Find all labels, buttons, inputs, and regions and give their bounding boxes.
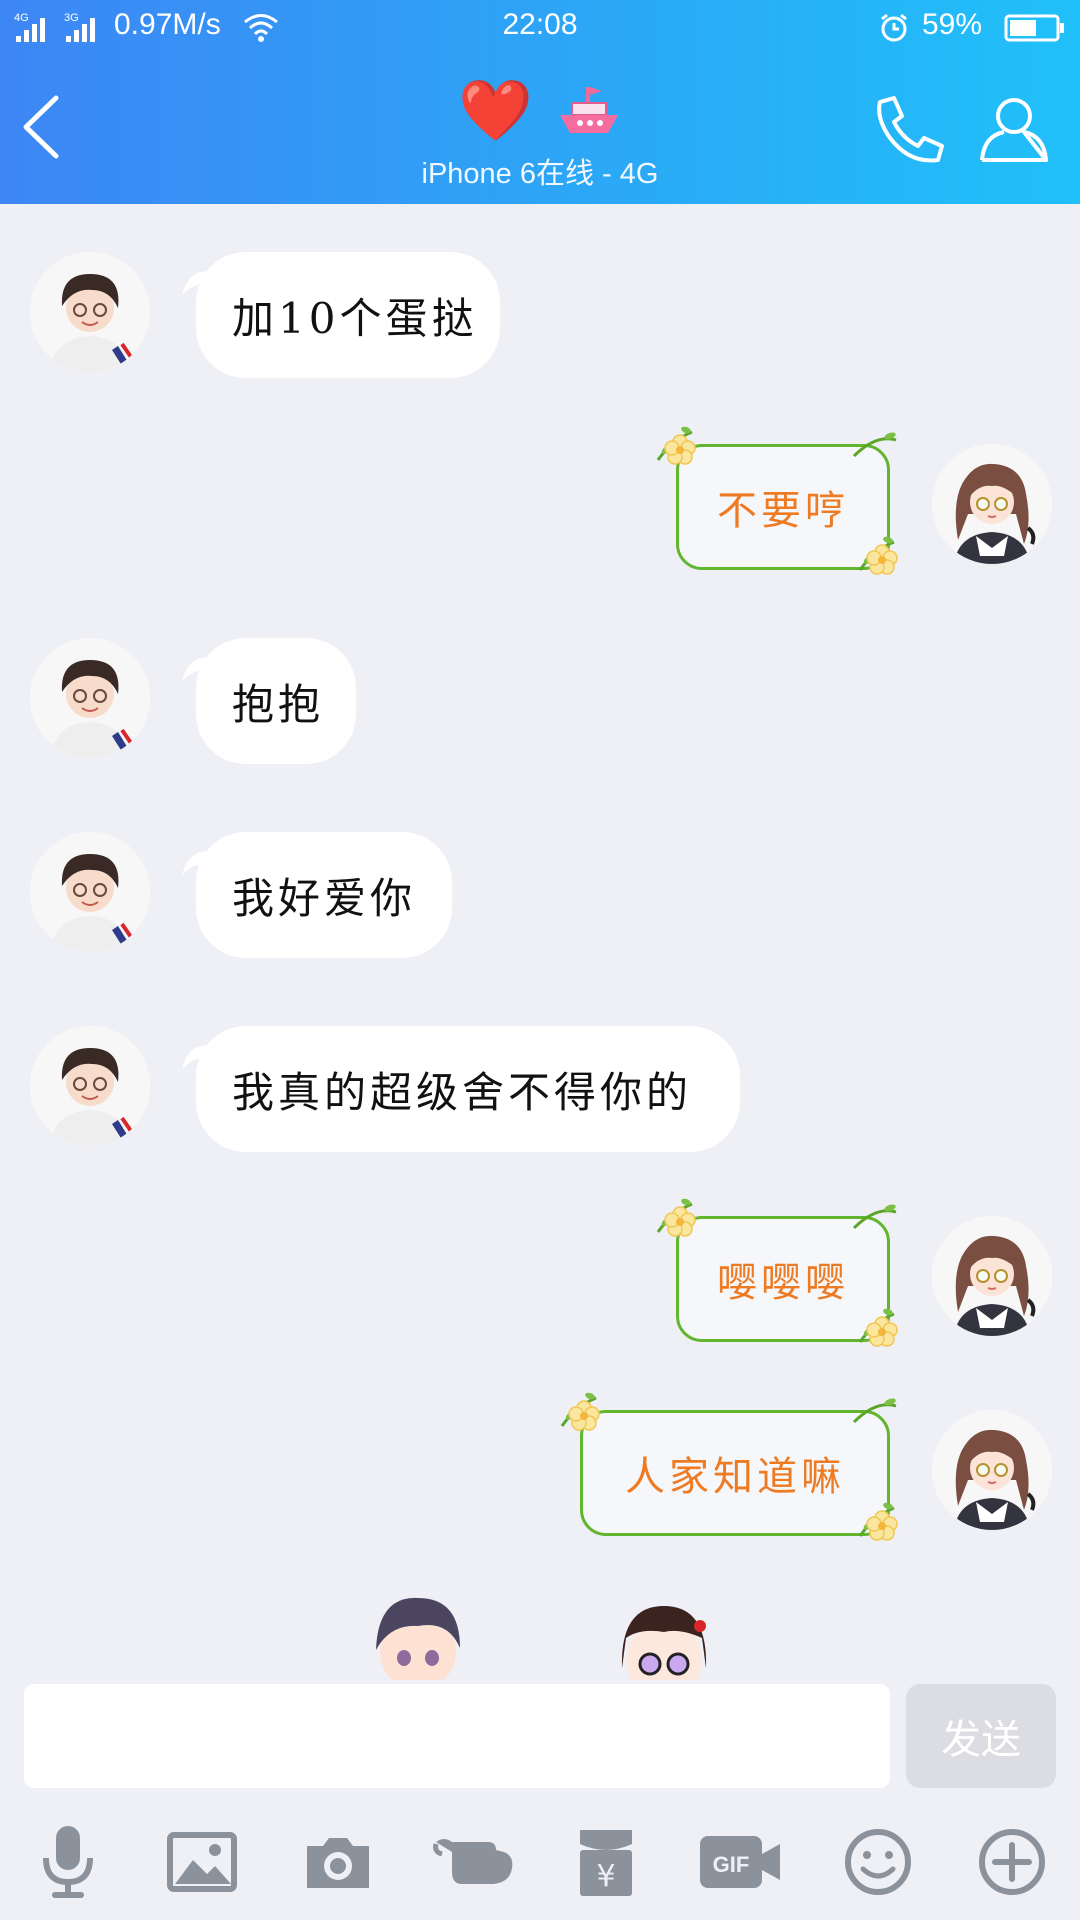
ship-icon — [556, 77, 622, 154]
flower-decoration-icon — [652, 1192, 708, 1248]
flower-decoration-icon — [854, 1496, 910, 1552]
chat-header: 4G 3G 0.97M/s 22:08 59% ❤️ iPhone 6在线 - … — [0, 0, 1080, 204]
alarm-icon — [878, 12, 910, 49]
message-bubble[interactable]: 抱抱 — [196, 638, 356, 764]
vine-decoration-icon — [850, 1198, 906, 1254]
message-bubble[interactable]: 我好爱你 — [196, 832, 452, 958]
my-avatar[interactable] — [932, 1216, 1052, 1336]
svg-text:GIF: GIF — [713, 1852, 750, 1877]
flower-message-bubble[interactable]: 人家知道嘛 — [580, 1410, 890, 1536]
poke-icon[interactable] — [432, 1820, 516, 1904]
battery-icon — [1004, 14, 1066, 47]
my-avatar[interactable] — [932, 1410, 1052, 1530]
sticker-boy[interactable] — [368, 1590, 468, 1684]
emoji-icon[interactable] — [836, 1820, 920, 1904]
gif-icon[interactable]: GIF — [698, 1820, 782, 1904]
microphone-icon[interactable] — [26, 1820, 110, 1904]
clock: 22:08 — [502, 8, 578, 41]
flower-decoration-icon — [652, 420, 708, 476]
battery-percent: 59% — [922, 8, 983, 41]
sticker-girl[interactable] — [610, 1598, 720, 1684]
other-avatar[interactable] — [30, 252, 150, 372]
image-icon[interactable] — [160, 1820, 244, 1904]
message-input[interactable] — [24, 1684, 890, 1788]
flower-decoration-icon — [854, 1302, 910, 1358]
profile-icon[interactable] — [978, 94, 1050, 169]
svg-text:¥: ¥ — [596, 1859, 615, 1894]
send-button[interactable]: 发送 — [906, 1684, 1056, 1788]
red-packet-icon[interactable]: ¥ — [564, 1820, 648, 1904]
other-avatar[interactable] — [30, 1026, 150, 1146]
other-avatar[interactable] — [30, 832, 150, 952]
heart-emoji: ❤️ — [458, 76, 534, 146]
my-avatar[interactable] — [932, 444, 1052, 564]
flower-decoration-icon — [556, 1386, 612, 1442]
message-bubble[interactable]: 我真的超级舍不得你的 — [196, 1026, 740, 1152]
other-avatar[interactable] — [30, 638, 150, 758]
vine-decoration-icon — [850, 1392, 906, 1448]
vine-decoration-icon — [850, 426, 906, 482]
plus-icon[interactable] — [970, 1820, 1054, 1904]
message-bubble[interactable]: 加10个蛋挞 — [196, 252, 500, 378]
camera-icon[interactable] — [296, 1820, 380, 1904]
phone-call-icon[interactable] — [870, 94, 948, 173]
flower-decoration-icon — [854, 530, 910, 586]
